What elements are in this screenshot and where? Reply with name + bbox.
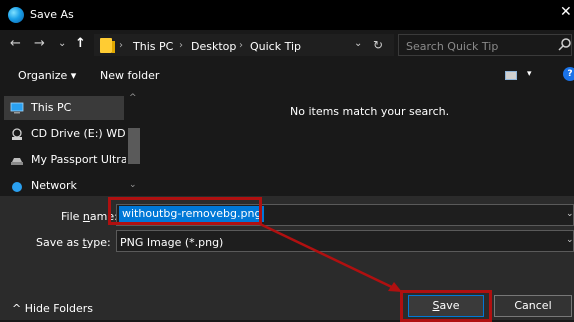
breadcrumb-separator: › — [179, 40, 183, 51]
sidebar-item-network[interactable]: Network — [4, 174, 124, 196]
sidebar-item-this-pc[interactable]: This PC — [4, 96, 124, 120]
command-toolbar — [0, 60, 574, 90]
save-type-value: PNG Image (*.png) — [120, 236, 224, 249]
monitor-icon — [10, 102, 24, 114]
search-icon[interactable] — [558, 37, 572, 51]
recent-locations-icon[interactable]: ⌄ — [58, 36, 66, 52]
folder-icon — [100, 38, 115, 53]
title-bar — [0, 0, 574, 30]
external-drive-icon — [11, 158, 23, 165]
refresh-icon[interactable]: ↻ — [373, 38, 383, 52]
organize-menu-button[interactable]: Organize ▾ — [18, 69, 76, 82]
cancel-button[interactable]: Cancel — [494, 295, 572, 317]
breadcrumb-separator: › — [119, 40, 123, 51]
view-options-icon[interactable] — [505, 71, 517, 80]
network-icon — [12, 182, 22, 192]
annotation-highlight-save — [400, 290, 492, 322]
help-icon[interactable]: ? — [563, 67, 574, 81]
breadcrumb-this-pc[interactable]: This PC — [133, 40, 173, 53]
scroll-down-icon[interactable]: ⌄ — [129, 180, 137, 190]
window-title: Save As — [30, 8, 74, 21]
sidebar-item-label: This PC — [31, 101, 72, 114]
close-icon[interactable]: ✕ — [560, 4, 572, 20]
cd-drive-icon — [12, 128, 22, 140]
save-type-dropdown-icon[interactable]: ⌄ — [566, 235, 574, 245]
sidebar-item-label: My Passport Ultra — [31, 153, 128, 166]
search-placeholder: Search Quick Tip — [406, 40, 499, 53]
sidebar-item-cd-drive[interactable]: CD Drive (E:) WD U — [4, 122, 137, 146]
breadcrumb-separator: › — [239, 40, 243, 51]
forward-arrow-icon[interactable]: → — [34, 36, 45, 52]
breadcrumb-quick-tip[interactable]: Quick Tip — [250, 40, 301, 53]
back-arrow-icon[interactable]: ← — [10, 36, 21, 52]
new-folder-button[interactable]: New folder — [100, 69, 159, 82]
sidebar-item-label: Network — [31, 179, 77, 192]
sidebar-item-label: CD Drive (E:) WD U — [31, 127, 138, 140]
annotation-highlight-filename — [108, 197, 262, 225]
sidebar-item-my-passport[interactable]: My Passport Ultra — [4, 148, 128, 172]
save-type-label: Save as type: — [36, 236, 111, 249]
empty-results-message: No items match your search. — [290, 105, 450, 118]
hide-folders-button[interactable]: ^ Hide Folders — [12, 302, 93, 315]
edge-app-icon — [8, 7, 24, 23]
address-dropdown-icon[interactable]: ⌄ — [354, 38, 362, 49]
up-arrow-icon[interactable]: ↑ — [75, 36, 86, 52]
view-options-caret-icon[interactable]: ▾ — [527, 69, 532, 79]
navigation-pane: This PC CD Drive (E:) WD U My Passport U… — [0, 92, 142, 196]
file-name-dropdown-icon[interactable]: ⌄ — [566, 209, 574, 219]
breadcrumb-desktop[interactable]: Desktop — [191, 40, 236, 53]
scrollbar-thumb[interactable] — [128, 128, 140, 164]
scroll-up-icon[interactable]: ^ — [129, 93, 137, 103]
